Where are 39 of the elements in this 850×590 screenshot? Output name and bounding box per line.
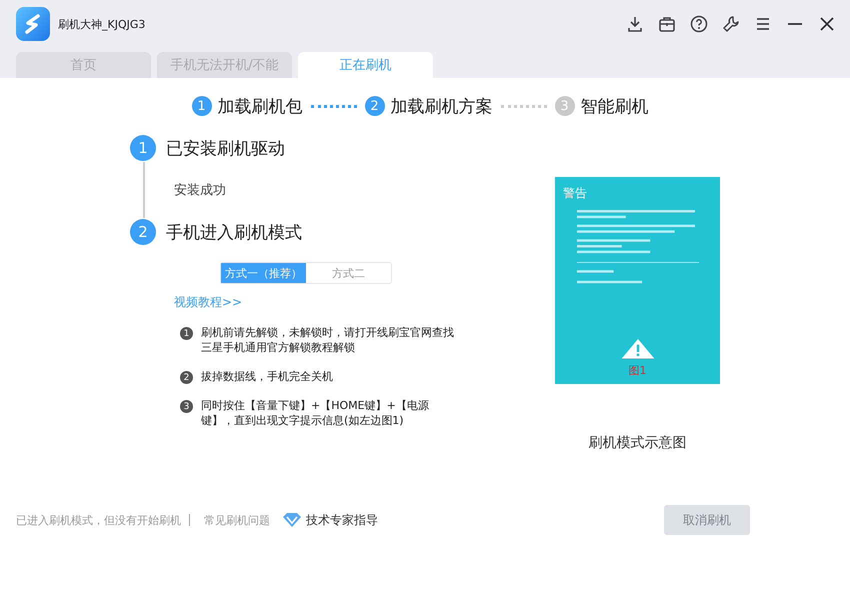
- window-title: 刷机大神_KJQJG3: [58, 16, 146, 32]
- tab[interactable]: 正在刷机: [298, 52, 433, 78]
- step-number: 2: [364, 96, 384, 116]
- tab[interactable]: 首页: [16, 52, 151, 78]
- video-tutorial-link[interactable]: 视频教程>>: [174, 294, 460, 311]
- instruction-number: 2: [180, 371, 193, 384]
- figure-label: 图1: [628, 363, 646, 378]
- instruction-text: 拔掉数据线，手机完全关机: [201, 369, 334, 384]
- stage-number: 1: [130, 135, 156, 161]
- step-number: 1: [192, 96, 212, 116]
- faq-link[interactable]: 常见刷机问题: [204, 512, 270, 528]
- download-icon[interactable]: [626, 15, 644, 33]
- close-icon[interactable]: [818, 15, 836, 33]
- preview-caption: 刷机模式示意图: [588, 434, 686, 452]
- stage-title: 已安装刷机驱动: [166, 138, 285, 160]
- step-label: 智能刷机: [580, 96, 648, 118]
- step-label: 加载刷机方案: [390, 96, 492, 118]
- step-connector: [310, 104, 356, 108]
- diamond-icon: [282, 512, 302, 528]
- instruction-text: 刷机前请先解锁，未解锁时，请打开线刷宝官网查找三星手机通用官方解锁教程解锁: [201, 325, 455, 355]
- toolbox-icon[interactable]: [658, 15, 676, 33]
- stage-status: 安装成功: [174, 182, 226, 199]
- menu-icon[interactable]: [754, 15, 772, 33]
- instruction-text: 同时按住【音量下键】+【HOME键】+【电源键】，直到出现文字提示信息(如左边图1): [201, 398, 430, 428]
- status-text: 已进入刷机模式，但没有开始刷机: [16, 512, 181, 528]
- expert-guidance-link[interactable]: 技术专家指导: [306, 512, 378, 528]
- step-connector: [500, 104, 546, 108]
- wrench-icon[interactable]: [722, 15, 740, 33]
- method-tab[interactable]: 方式二: [306, 263, 391, 283]
- stage-title: 手机进入刷机模式: [166, 222, 302, 244]
- method-tab[interactable]: 方式一（推荐）: [221, 263, 306, 283]
- warning-heading: 警告: [563, 185, 588, 202]
- step-label: 加载刷机包: [218, 96, 302, 118]
- stage-number: 2: [130, 219, 156, 245]
- instruction-number: 1: [180, 327, 193, 340]
- tab[interactable]: 手机无法开机/不能: [157, 52, 292, 78]
- instruction-number: 3: [180, 400, 193, 413]
- help-icon[interactable]: [690, 15, 708, 33]
- app-logo-icon: [16, 7, 50, 41]
